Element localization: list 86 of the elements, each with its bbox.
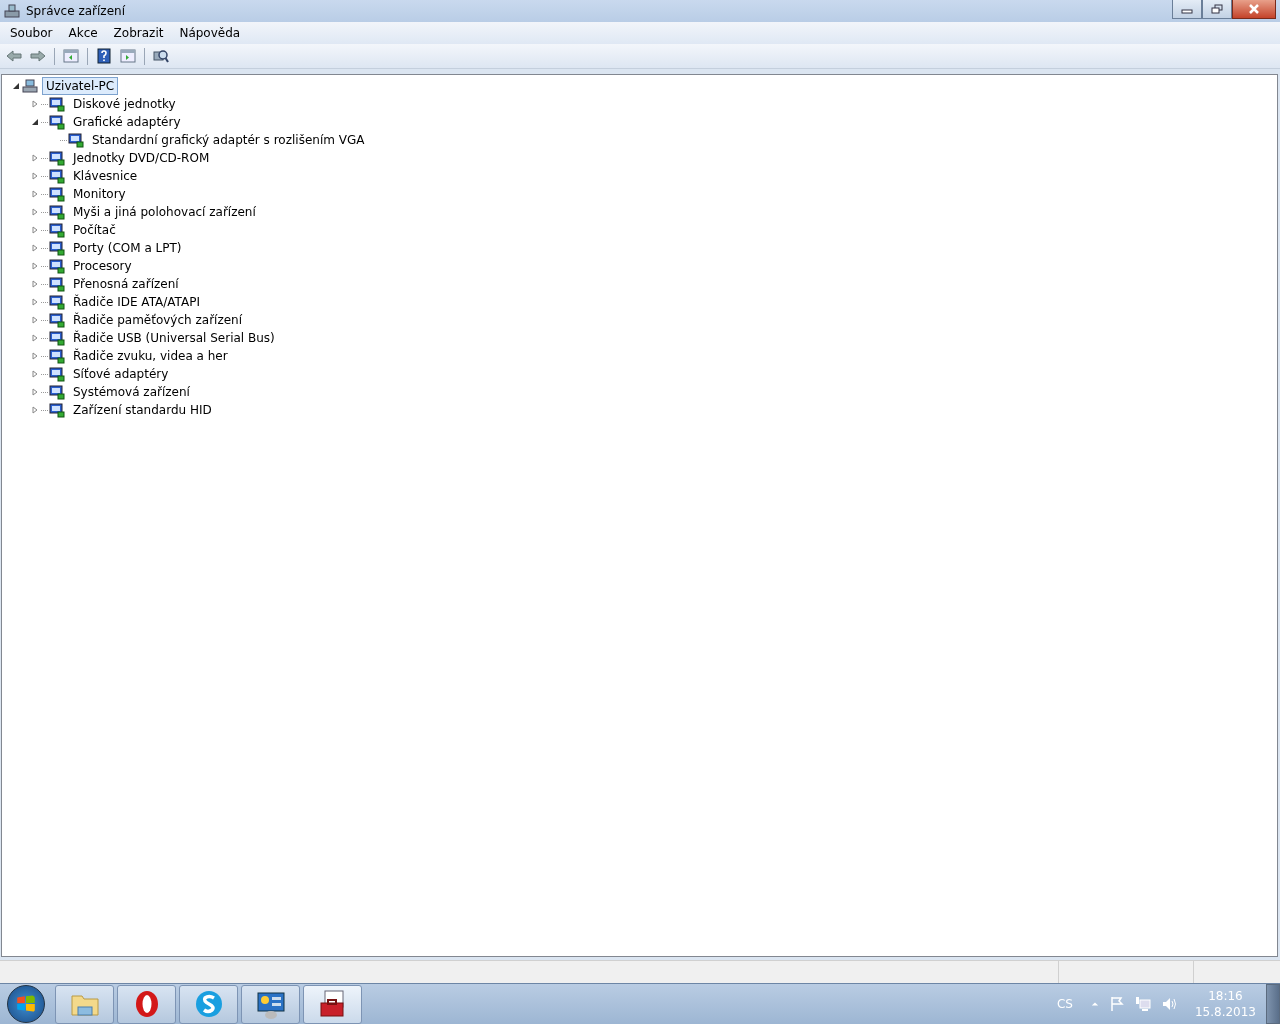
device-icon xyxy=(49,150,65,166)
console-tree-icon xyxy=(63,48,79,64)
control-panel-taskbar-button[interactable] xyxy=(241,984,300,1024)
device-icon xyxy=(49,204,65,220)
device-icon xyxy=(49,330,65,346)
collapse-arrow-icon[interactable] xyxy=(31,118,39,126)
menu-item[interactable]: Akce xyxy=(60,24,106,42)
expand-arrow-icon[interactable] xyxy=(31,154,39,162)
device-icon xyxy=(49,186,65,202)
expand-arrow-icon[interactable] xyxy=(31,226,39,234)
computer-icon xyxy=(22,78,38,94)
scan-hardware-icon xyxy=(153,48,169,64)
tree-item[interactable]: Jednotky DVD/CD-ROM xyxy=(69,149,214,167)
device-icon xyxy=(49,96,65,112)
expand-arrow-icon[interactable] xyxy=(31,280,39,288)
date-text: 15.8.2013 xyxy=(1194,1004,1256,1020)
tree-item[interactable]: Síťové adaptéry xyxy=(69,365,173,383)
expand-arrow-icon[interactable] xyxy=(31,262,39,270)
tree-item[interactable]: Klávesnice xyxy=(69,167,142,185)
expand-arrow-icon[interactable] xyxy=(31,208,39,216)
tree-item[interactable]: Porty (COM a LPT) xyxy=(69,239,186,257)
s-logo-taskbar-button[interactable] xyxy=(179,984,238,1024)
window-title: Správce zařízení xyxy=(26,4,126,18)
time-text: 18:16 xyxy=(1208,988,1243,1004)
restore-button[interactable] xyxy=(1202,0,1232,19)
expand-arrow-icon[interactable] xyxy=(31,244,39,252)
tree-item[interactable]: Diskové jednotky xyxy=(69,95,180,113)
flag-icon[interactable] xyxy=(1108,996,1125,1012)
o-logo-taskbar-button[interactable] xyxy=(117,984,176,1024)
network-icon[interactable] xyxy=(1134,996,1151,1012)
expand-arrow-icon[interactable] xyxy=(31,100,39,108)
tree-item[interactable]: Řadiče paměťových zařízení xyxy=(69,311,247,329)
device-icon xyxy=(49,312,65,328)
device-icon xyxy=(49,384,65,400)
device-icon xyxy=(49,366,65,382)
device-icon xyxy=(49,114,65,130)
action-pane-icon xyxy=(120,48,136,64)
forward-icon xyxy=(30,48,46,64)
tree-item[interactable]: Systémová zařízení xyxy=(69,383,194,401)
expand-arrow-icon[interactable] xyxy=(31,388,39,396)
device-icon xyxy=(49,294,65,310)
collapse-arrow-icon[interactable] xyxy=(12,82,20,90)
expand-arrow-icon[interactable] xyxy=(31,172,39,180)
back-icon xyxy=(6,48,22,64)
expand-arrow-icon[interactable] xyxy=(31,406,39,414)
expand-arrow-icon[interactable] xyxy=(31,298,39,306)
expand-arrow-icon[interactable] xyxy=(31,334,39,342)
expand-arrow-icon[interactable] xyxy=(31,352,39,360)
tree-item[interactable]: Řadiče USB (Universal Serial Bus) xyxy=(69,329,279,347)
tree-item[interactable]: Řadiče IDE ATA/ATAPI xyxy=(69,293,204,311)
tree-item[interactable]: Myši a jiná polohovací zařízení xyxy=(69,203,260,221)
expand-arrow-icon[interactable] xyxy=(31,370,39,378)
tree-item[interactable]: Řadiče zvuku, videa a her xyxy=(69,347,232,365)
tree-item[interactable]: Zařízení standardu HID xyxy=(69,401,216,419)
device-icon xyxy=(49,348,65,364)
expand-arrow-icon[interactable] xyxy=(31,316,39,324)
device-icon xyxy=(49,258,65,274)
tree-item[interactable]: Počítač xyxy=(69,221,120,239)
show-desktop-button[interactable] xyxy=(1266,984,1280,1024)
tree-item[interactable]: Standardní grafický adaptér s rozlišením VGA xyxy=(88,131,369,149)
console-tree-button[interactable] xyxy=(60,46,82,66)
expand-arrow-icon[interactable] xyxy=(31,190,39,198)
start-icon xyxy=(7,985,45,1023)
device-icon xyxy=(49,276,65,292)
tree-item[interactable]: Monitory xyxy=(69,185,130,203)
minimize-button[interactable] xyxy=(1172,0,1202,19)
device-icon xyxy=(68,132,84,148)
tree-item[interactable]: Procesory xyxy=(69,257,136,275)
toolbox-taskbar-button[interactable] xyxy=(303,984,362,1024)
device-icon xyxy=(49,240,65,256)
close-icon xyxy=(1248,4,1260,14)
menu-item[interactable]: Zobrazit xyxy=(105,24,172,42)
show-hidden-icons-icon[interactable] xyxy=(1090,1000,1099,1008)
speaker-icon[interactable] xyxy=(1160,996,1177,1012)
tree-item[interactable]: Uzivatel-PC xyxy=(42,77,119,95)
device-icon xyxy=(49,168,65,184)
menu-item[interactable]: Soubor xyxy=(2,24,61,42)
tree-item[interactable]: Přenosná zařízení xyxy=(69,275,183,293)
close-button[interactable] xyxy=(1232,0,1276,19)
device-icon xyxy=(49,222,65,238)
help-icon xyxy=(96,48,112,64)
restore-icon xyxy=(1211,4,1223,14)
tree-item[interactable]: Grafické adaptéry xyxy=(69,113,185,131)
device-manager-icon xyxy=(4,3,20,19)
device-icon xyxy=(49,402,65,418)
menu-item[interactable]: Nápověda xyxy=(171,24,249,42)
